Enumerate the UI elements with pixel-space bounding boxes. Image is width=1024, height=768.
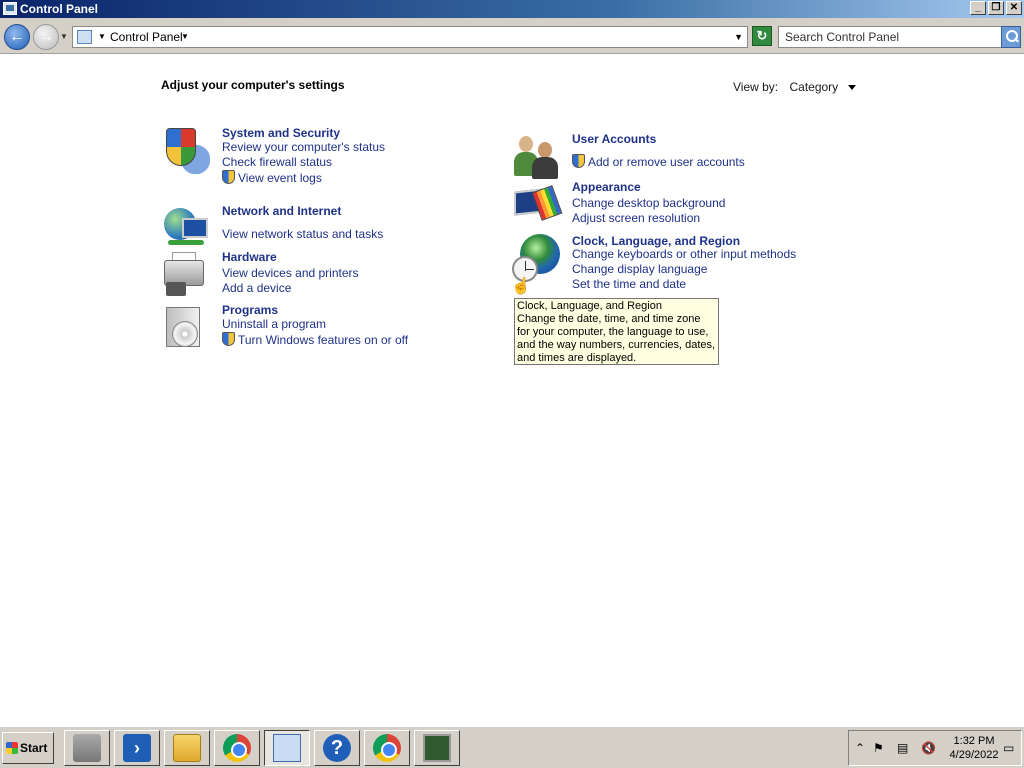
- address-dropdown-icon[interactable]: ▼: [734, 32, 743, 42]
- link-display-language[interactable]: Change display language: [572, 262, 707, 276]
- category-title-network-internet[interactable]: Network and Internet: [222, 204, 341, 218]
- control-panel-icon: [3, 2, 17, 15]
- clock-globe-icon[interactable]: [512, 234, 560, 282]
- link-screen-resolution[interactable]: Adjust screen resolution: [572, 211, 700, 225]
- taskbar-server-manager[interactable]: [64, 730, 110, 766]
- link-add-remove-users[interactable]: Add or remove user accounts: [572, 154, 745, 169]
- show-hidden-icons-icon[interactable]: ⌃: [855, 741, 865, 755]
- action-center-flag-icon[interactable]: ⚑: [873, 741, 884, 755]
- start-button[interactable]: Start: [2, 732, 54, 764]
- category-system-security: System and Security Review your computer…: [162, 126, 482, 186]
- taskbar-chrome-2[interactable]: [364, 730, 410, 766]
- taskbar-control-panel[interactable]: [264, 730, 310, 766]
- taskbar-help[interactable]: ?: [314, 730, 360, 766]
- users-icon[interactable]: [512, 132, 560, 180]
- remote-desktop-icon: [423, 734, 451, 762]
- uac-shield-icon: [572, 154, 585, 168]
- window-title: Control Panel: [20, 2, 99, 16]
- refresh-button[interactable]: ↻: [752, 26, 772, 46]
- programs-cd-icon[interactable]: [162, 303, 210, 351]
- uac-shield-icon: [222, 332, 235, 346]
- link-network-status[interactable]: View network status and tasks: [222, 227, 383, 241]
- link-view-event-logs[interactable]: View event logs: [222, 170, 322, 185]
- link-time-date[interactable]: Set the time and date: [572, 277, 686, 291]
- page-title: Adjust your computer's settings: [161, 78, 345, 92]
- category-hardware: Hardware View devices and printers Add a…: [162, 250, 482, 300]
- taskbar-chrome-1[interactable]: [214, 730, 260, 766]
- forward-button[interactable]: →: [33, 24, 59, 50]
- breadcrumb-chevron-icon[interactable]: ▼: [181, 32, 189, 41]
- tooltip-body: Change the date, time, and time zone for…: [517, 313, 716, 364]
- link-add-device[interactable]: Add a device: [222, 281, 291, 295]
- taskbar-explorer[interactable]: [164, 730, 210, 766]
- view-by-value[interactable]: Category: [789, 80, 838, 94]
- category-title-clock-language-region[interactable]: Clock, Language, and Region: [572, 234, 740, 248]
- view-by-label: View by:: [733, 80, 779, 94]
- control-panel-icon: [77, 30, 92, 44]
- link-review-status[interactable]: Review your computer's status: [222, 140, 385, 154]
- close-button[interactable]: ✕: [1006, 1, 1022, 15]
- link-windows-features-label: Turn Windows features on or off: [238, 333, 409, 347]
- link-keyboards-input[interactable]: Change keyboards or other input methods: [572, 247, 796, 261]
- server-manager-icon: [73, 734, 101, 762]
- navigation-bar: ← → ▼ ▼ Control Panel ▼ ▼ ↻ Search Contr…: [0, 18, 1024, 54]
- link-devices-printers[interactable]: View devices and printers: [222, 266, 359, 280]
- show-desktop-icon[interactable]: ▭: [1003, 741, 1014, 755]
- category-title-hardware[interactable]: Hardware: [222, 250, 277, 264]
- category-title-programs[interactable]: Programs: [222, 303, 278, 317]
- tooltip: Clock, Language, and Region Change the d…: [514, 298, 719, 365]
- powershell-icon: ›: [123, 734, 151, 762]
- category-programs: Programs Uninstall a program Turn Window…: [162, 303, 482, 355]
- link-view-event-logs-label: View event logs: [238, 171, 322, 185]
- taskbar-clock[interactable]: 1:32 PM 4/29/2022: [948, 734, 1000, 762]
- chrome-icon: [373, 734, 401, 762]
- category-network-internet: Network and Internet View network status…: [162, 204, 482, 250]
- address-bar[interactable]: ▼ Control Panel ▼ ▼: [72, 26, 748, 48]
- link-desktop-background[interactable]: Change desktop background: [572, 196, 725, 210]
- recent-pages-chevron-icon[interactable]: ▼: [60, 32, 68, 41]
- back-button[interactable]: ←: [4, 24, 30, 50]
- view-by-selector[interactable]: View by: Category: [733, 80, 856, 94]
- windows-logo-icon: [6, 742, 18, 754]
- tooltip-title: Clock, Language, and Region: [517, 300, 662, 312]
- restore-button[interactable]: ❐: [988, 1, 1004, 15]
- search-icon[interactable]: [1001, 26, 1021, 48]
- printer-icon[interactable]: [162, 250, 210, 298]
- start-label: Start: [20, 741, 48, 755]
- network-icon[interactable]: ▤: [897, 741, 908, 755]
- volume-muted-icon[interactable]: 🔇: [921, 741, 936, 755]
- title-bar: Control Panel _ ❐ ✕: [0, 0, 1024, 18]
- category-clock-language-region: Clock, Language, and Region Change keybo…: [512, 234, 832, 292]
- category-title-system-security[interactable]: System and Security: [222, 126, 340, 140]
- minimize-button[interactable]: _: [970, 1, 986, 15]
- chrome-icon: [223, 734, 251, 762]
- chevron-down-icon[interactable]: ▼: [98, 32, 106, 41]
- taskbar-powershell[interactable]: ›: [114, 730, 160, 766]
- appearance-monitor-icon[interactable]: [512, 180, 563, 228]
- link-uninstall-program[interactable]: Uninstall a program: [222, 317, 326, 331]
- folder-icon: [173, 734, 201, 762]
- network-globe-icon[interactable]: [162, 204, 210, 252]
- taskbar-remote-desktop[interactable]: [414, 730, 460, 766]
- link-check-firewall[interactable]: Check firewall status: [222, 155, 332, 169]
- help-icon: ?: [323, 734, 351, 762]
- clock-time: 1:32 PM: [953, 735, 995, 747]
- link-windows-features[interactable]: Turn Windows features on or off: [222, 332, 408, 347]
- clock-date: 4/29/2022: [949, 749, 999, 761]
- category-title-user-accounts[interactable]: User Accounts: [572, 132, 656, 146]
- uac-shield-icon: [222, 170, 235, 184]
- control-panel-icon: [273, 734, 301, 762]
- category-user-accounts: User Accounts Add or remove user account…: [512, 132, 832, 180]
- category-title-appearance[interactable]: Appearance: [572, 180, 641, 194]
- link-add-remove-users-label: Add or remove user accounts: [588, 155, 745, 169]
- chevron-down-icon[interactable]: [847, 85, 856, 91]
- security-shield-icon[interactable]: [162, 126, 210, 174]
- window-controls: _ ❐ ✕: [970, 1, 1022, 15]
- category-appearance: Appearance Change desktop background Adj…: [512, 180, 832, 228]
- hand-cursor-icon: ☝: [511, 278, 531, 295]
- taskbar: Start › ? ⌃ ⚑ ▤ 🔇 ▭ 1:32 PM 4/29/2022: [0, 726, 1024, 768]
- breadcrumb-control-panel[interactable]: Control Panel: [110, 30, 183, 44]
- search-input[interactable]: Search Control Panel: [778, 26, 1002, 48]
